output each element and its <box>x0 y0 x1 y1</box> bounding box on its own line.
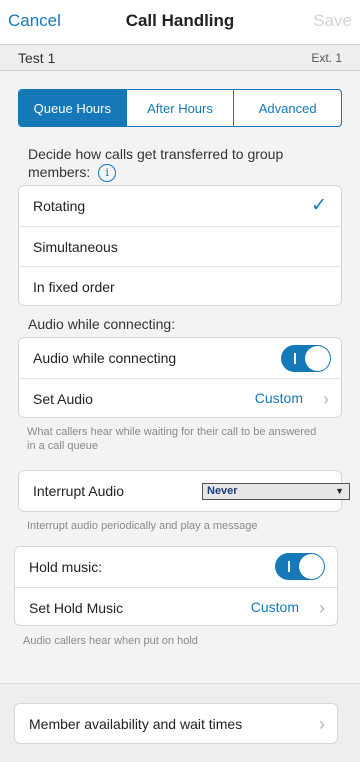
info-icon[interactable]: i <box>98 164 117 183</box>
audio-while-connecting-label: Audio while connecting <box>33 350 177 366</box>
tab-after-hours[interactable]: After Hours <box>125 90 234 126</box>
hours-tabs: Queue Hours After Hours Advanced <box>18 89 342 127</box>
chevron-right-icon: › <box>319 598 325 618</box>
transfer-description-text: Decide how calls get transferred to grou… <box>28 146 284 180</box>
interrupt-helper-text: Interrupt audio periodically and play a … <box>27 520 258 532</box>
option-fixed-order-label: In fixed order <box>33 278 115 295</box>
nav-bar: Cancel Call Handling Save <box>0 0 360 44</box>
extension-context-bar: Test 1 Ext. 1 <box>0 44 360 71</box>
option-rotating[interactable]: Rotating ✓ <box>19 186 341 226</box>
interrupt-audio-card: Interrupt Audio Never ▼ <box>18 470 350 512</box>
option-fixed-order[interactable]: In fixed order <box>19 266 341 306</box>
set-hold-music-label: Set Hold Music <box>29 599 124 616</box>
toggle-on-indicator <box>288 561 290 572</box>
audio-settings-card: Audio while connecting Set Audio Custom … <box>18 337 342 418</box>
set-audio-row[interactable]: Set Audio Custom › <box>19 378 341 418</box>
transfer-description: Decide how calls get transferred to grou… <box>28 145 318 183</box>
hold-music-helper-text: Audio callers hear when put on hold <box>23 635 198 647</box>
set-hold-music-value: Custom <box>250 599 299 615</box>
option-rotating-label: Rotating <box>33 198 86 214</box>
hold-music-label: Hold music: <box>29 559 103 575</box>
audio-while-connecting-row: Audio while connecting <box>19 338 341 378</box>
audio-helper-text: What callers hear while waiting for thei… <box>27 426 317 452</box>
audio-section-label: Audio while connecting: <box>28 316 176 332</box>
set-audio-value: Custom <box>254 390 303 406</box>
tab-queue-hours[interactable]: Queue Hours <box>19 90 126 126</box>
hold-music-card: Hold music: Set Hold Music Custom › <box>14 546 338 626</box>
tab-advanced[interactable]: Advanced <box>233 90 341 126</box>
interrupt-audio-value: Never <box>207 485 238 497</box>
dropdown-arrow-icon: ▼ <box>335 486 344 496</box>
transfer-options-list: Rotating ✓ Simultaneous In fixed order <box>18 185 342 306</box>
option-simultaneous[interactable]: Simultaneous <box>19 226 341 266</box>
interrupt-audio-row: Interrupt Audio Never ▼ <box>19 471 350 511</box>
option-simultaneous-label: Simultaneous <box>33 238 118 255</box>
hold-music-row: Hold music: <box>15 547 337 587</box>
hold-music-toggle[interactable] <box>275 553 325 580</box>
extension-name: Test 1 <box>18 50 56 66</box>
chevron-right-icon: › <box>323 389 329 409</box>
member-availability-row[interactable]: Member availability and wait times › <box>15 704 337 743</box>
toggle-knob <box>299 554 324 579</box>
chevron-right-icon: › <box>319 714 325 734</box>
save-button[interactable]: Save <box>313 11 352 31</box>
audio-while-connecting-toggle[interactable] <box>281 345 331 372</box>
set-hold-music-row[interactable]: Set Hold Music Custom › <box>15 587 337 627</box>
toggle-knob <box>305 346 330 371</box>
cancel-button[interactable]: Cancel <box>8 11 61 31</box>
toggle-on-indicator <box>294 353 296 364</box>
checkmark-icon: ✓ <box>311 195 327 216</box>
set-audio-label: Set Audio <box>33 390 93 407</box>
member-availability-label: Member availability and wait times <box>29 715 243 732</box>
interrupt-audio-select[interactable]: Never ▼ <box>202 483 350 500</box>
extension-number: Ext. 1 <box>311 51 342 65</box>
interrupt-audio-label: Interrupt Audio <box>33 483 125 499</box>
member-availability-card: Member availability and wait times › <box>14 703 338 744</box>
